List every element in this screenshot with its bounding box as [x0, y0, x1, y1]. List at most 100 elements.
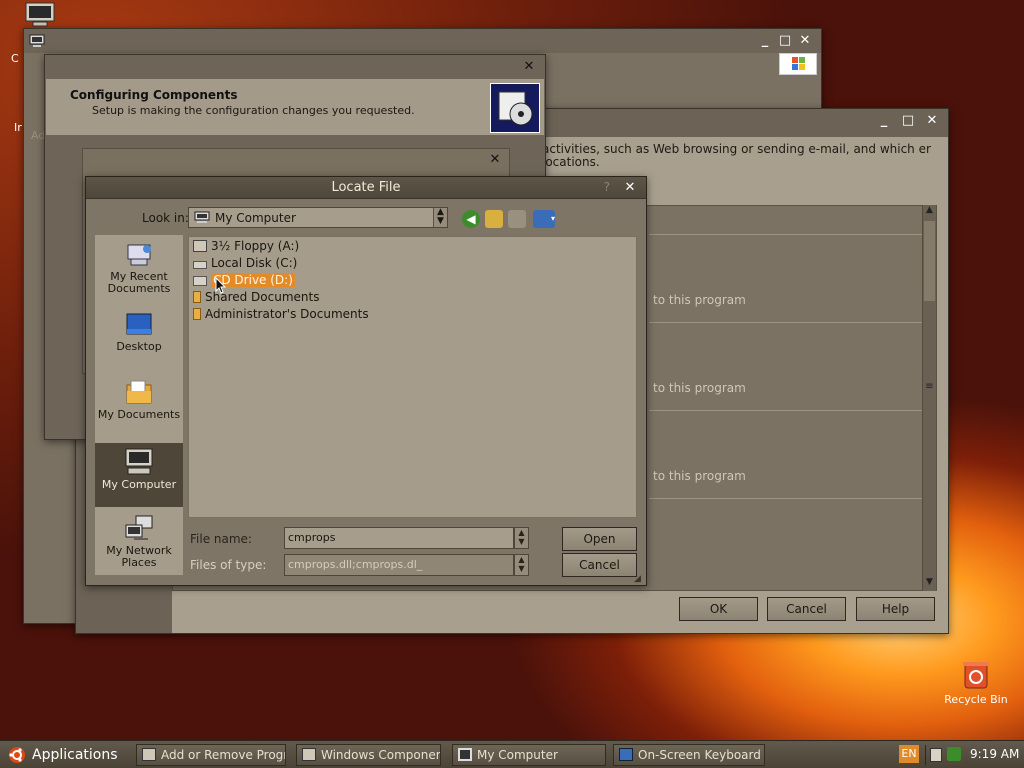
- taskbar-item-on-screen-keyboard[interactable]: On-Screen Keyboard: [613, 744, 765, 766]
- place-label: My Computer: [101, 478, 177, 491]
- file-list[interactable]: 3½ Floppy (A:) Local Disk (C:) CD Drive …: [188, 236, 637, 518]
- clock[interactable]: 9:19 AM: [970, 747, 1019, 761]
- config-title: Configuring Components: [70, 88, 238, 102]
- applications-menu[interactable]: Applications: [4, 744, 118, 766]
- close-icon[interactable]: ✕: [924, 113, 940, 129]
- taskbar: Applications Add or Remove Progr... Wind…: [0, 740, 1024, 768]
- new-folder-icon[interactable]: [508, 210, 526, 228]
- language-indicator[interactable]: EN: [899, 745, 919, 763]
- ubuntu-logo-icon: [9, 747, 25, 763]
- place-recent-documents[interactable]: My Recent Documents: [95, 241, 183, 303]
- list-item[interactable]: to this program: [653, 469, 933, 483]
- network-tray-icon[interactable]: [930, 748, 942, 762]
- locate-file-titlebar[interactable]: Locate File ? ✕: [86, 177, 646, 199]
- list-item[interactable]: Shared Documents: [193, 289, 319, 305]
- place-desktop[interactable]: Desktop: [95, 311, 183, 363]
- computer-icon: [25, 2, 55, 27]
- close-icon[interactable]: ✕: [521, 59, 537, 75]
- folder-icon: [193, 308, 201, 320]
- scroll-down-icon[interactable]: ▼: [923, 577, 936, 591]
- cd-drive-icon: [193, 276, 207, 286]
- minimize-icon[interactable]: _: [876, 113, 892, 129]
- config-subtitle: Setup is making the configuration change…: [92, 104, 415, 117]
- setup-box-icon: [490, 83, 540, 133]
- windows-logo-icon: [779, 53, 817, 75]
- list-divider: [649, 410, 929, 411]
- add-remove-programs-icon: [142, 748, 156, 761]
- computer-small-icon: [194, 211, 210, 223]
- computer-icon: [125, 448, 153, 475]
- list-divider: [649, 498, 929, 499]
- scroll-grip-icon: ≡: [925, 381, 934, 392]
- update-tray-icon[interactable]: [947, 747, 961, 761]
- components-description: activities, such as Web browsing or send…: [542, 142, 931, 169]
- file-name-field[interactable]: cmprops: [284, 527, 514, 549]
- help-button[interactable]: Help: [856, 597, 935, 621]
- files-of-type-dropdown[interactable]: cmprops.dll;cmprops.dl_: [284, 554, 514, 576]
- list-item[interactable]: to this program: [653, 293, 933, 307]
- computer-small-icon: [458, 748, 472, 761]
- components-scrollbar[interactable]: ▲ ≡ ▼: [922, 205, 936, 591]
- place-label: My Recent Documents: [107, 270, 171, 295]
- taskbar-item-my-computer[interactable]: My Computer: [452, 744, 606, 766]
- close-icon[interactable]: ✕: [487, 152, 503, 168]
- folder-icon: [126, 380, 152, 404]
- cancel-button[interactable]: Cancel: [767, 597, 846, 621]
- my-computer-titlebar[interactable]: _ □ ✕: [24, 29, 821, 53]
- places-bar: My Recent Documents Desktop My Documents…: [95, 235, 183, 575]
- list-item[interactable]: CD Drive (D:): [193, 272, 295, 288]
- recycle-bin-icon: [963, 662, 989, 689]
- list-item[interactable]: to this program: [653, 381, 933, 395]
- look-in-dropdown[interactable]: My Computer ▲ ▼: [188, 207, 448, 228]
- applications-label: Applications: [32, 747, 118, 763]
- computer-small-icon: [29, 34, 45, 47]
- desktop-icon-my-computer[interactable]: [20, 2, 60, 31]
- resize-grip-icon[interactable]: ◢: [634, 574, 644, 584]
- place-network-places[interactable]: My Network Places: [95, 515, 183, 573]
- scroll-thumb[interactable]: [924, 221, 935, 301]
- windows-components-icon: [302, 748, 316, 761]
- close-icon[interactable]: ✕: [622, 180, 638, 196]
- floppy-drive-icon: [193, 240, 207, 252]
- locate-file-title: Locate File: [331, 180, 401, 195]
- up-folder-icon[interactable]: [485, 210, 503, 228]
- minimize-icon[interactable]: _: [757, 33, 773, 49]
- folder-icon: [193, 291, 201, 303]
- file-name-history-spinner[interactable]: ▲ ▼: [514, 527, 529, 549]
- view-menu-icon[interactable]: ▾: [533, 210, 555, 228]
- keyboard-icon: [619, 748, 633, 761]
- chevron-updown-icon[interactable]: ▲ ▼: [433, 208, 447, 227]
- list-item[interactable]: Administrator's Documents: [193, 306, 369, 322]
- place-label: My Documents: [97, 408, 181, 421]
- look-in-label: Look in:: [142, 211, 189, 225]
- close-icon[interactable]: ✕: [797, 33, 813, 49]
- list-item[interactable]: Local Disk (C:): [193, 255, 297, 271]
- taskbar-item-windows-components[interactable]: Windows Component...: [296, 744, 441, 766]
- files-of-type-spinner[interactable]: ▲ ▼: [514, 554, 529, 576]
- desktop-icon-recycle-bin[interactable]: Recycle Bin: [934, 660, 1018, 706]
- network-icon: [125, 515, 153, 540]
- open-button[interactable]: Open: [562, 527, 637, 551]
- taskbar-item-add-remove[interactable]: Add or Remove Progr...: [136, 744, 286, 766]
- tray-separator: [925, 745, 926, 765]
- hard-disk-icon: [193, 261, 207, 269]
- config-header: Configuring Components Setup is making t…: [46, 79, 544, 135]
- recycle-bin-label: Recycle Bin: [944, 693, 1008, 706]
- cancel-button[interactable]: Cancel: [562, 553, 637, 577]
- back-icon[interactable]: ◀: [462, 210, 480, 228]
- list-divider: [649, 234, 929, 235]
- desktop-icon-label-fragment: C: [11, 52, 19, 65]
- mouse-cursor-icon: [215, 277, 227, 294]
- place-label: My Network Places: [106, 544, 172, 569]
- help-icon[interactable]: ?: [604, 180, 610, 194]
- place-my-computer[interactable]: My Computer: [95, 443, 183, 507]
- list-item[interactable]: 3½ Floppy (A:): [193, 238, 299, 254]
- place-my-documents[interactable]: My Documents: [95, 379, 183, 431]
- scroll-up-icon[interactable]: ▲: [923, 205, 936, 219]
- ok-button[interactable]: OK: [679, 597, 758, 621]
- file-name-label: File name:: [190, 532, 252, 546]
- maximize-icon[interactable]: □: [777, 33, 793, 49]
- maximize-icon[interactable]: □: [900, 113, 916, 129]
- look-in-value: My Computer: [215, 211, 296, 225]
- config-titlebar[interactable]: ✕: [45, 55, 545, 79]
